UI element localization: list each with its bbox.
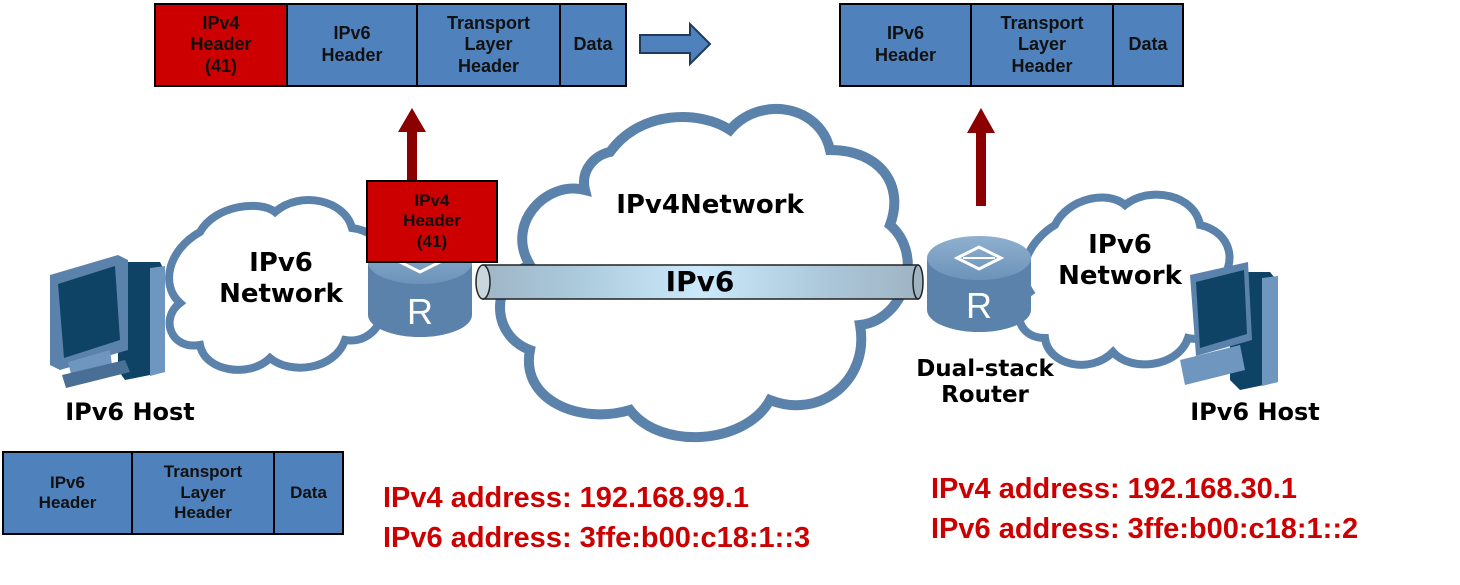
ipv4-encap-header: IPv4 Header (41) [366,180,498,263]
tunnel-label: IPv6 [665,265,735,298]
diagram-canvas: IPv4 Header (41) IPv6 Header Transport L… [0,0,1460,585]
left-ipv6-address: IPv6 address: 3ffe:b00:c18:1::3 [383,522,811,555]
ipv6-header-cell: IPv6 Header [841,5,972,85]
transport-header-cell: Transport Layer Header [133,453,275,533]
right-ipv6-address: IPv6 address: 3ffe:b00:c18:1::2 [931,513,1359,546]
right-up-arrow-icon [967,108,995,206]
center-cloud-label: IPv4Network [616,190,804,220]
data-cell: Data [1114,5,1182,85]
encapsulated-packet: IPv4 Header (41) IPv6 Header Transport L… [154,3,627,87]
original-ipv6-packet: IPv6 Header Transport Layer Header Data [2,451,344,535]
right-cloud-label: IPv6 Network [1058,230,1182,292]
ipv6-header-cell: IPv6 Header [4,453,133,533]
decapsulated-packet: IPv6 Header Transport Layer Header Data [839,3,1184,87]
right-address-block: IPv4 address: 192.168.30.1 IPv6 address:… [931,471,1358,548]
transport-header-cell: Transport Layer Header [418,5,561,85]
left-router-glyph: R [407,291,433,332]
ipv4-header-cell: IPv4 Header (41) [156,5,288,85]
right-ipv4-address: IPv4 address: 192.168.30.1 [931,473,1297,505]
left-up-arrow-icon [398,108,426,182]
dual-stack-router-label: Dual-stack Router [916,356,1054,409]
right-router-glyph: R [966,285,992,326]
left-address-block: IPv4 address: 192.168.99.1 IPv6 address:… [383,480,810,557]
right-host-label: IPv6 Host [1190,398,1320,426]
transport-header-cell: Transport Layer Header [972,5,1114,85]
left-ipv4-address: IPv4 address: 192.168.99.1 [383,482,749,514]
data-cell: Data [561,5,625,85]
ipv4-encap-header-label: IPv4 Header (41) [368,182,496,261]
data-cell: Data [275,453,342,533]
process-right-arrow-icon [639,21,712,67]
left-host-computer-icon [50,255,165,388]
ipv6-header-cell: IPv6 Header [288,5,418,85]
left-host-label: IPv6 Host [65,398,195,426]
left-cloud-label: IPv6 Network [219,248,343,310]
